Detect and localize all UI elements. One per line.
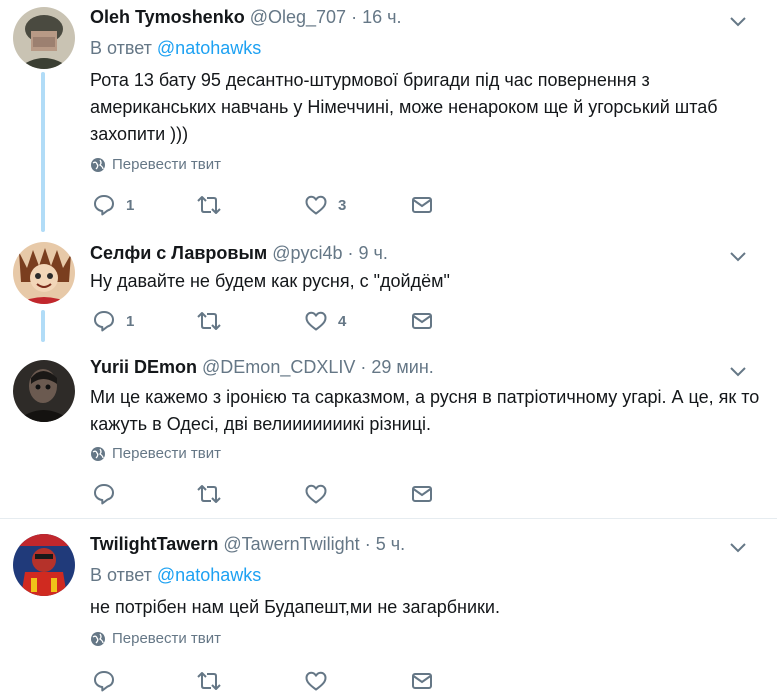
- translate-link[interactable]: Перевести твит: [90, 630, 221, 647]
- translate-link[interactable]: Перевести твит: [90, 445, 221, 462]
- retweet-button[interactable]: [196, 482, 232, 506]
- like-count: 4: [338, 312, 347, 330]
- heart-icon: [304, 669, 328, 693]
- author-name[interactable]: Селфи с Лавровым: [90, 243, 267, 263]
- retweet-icon: [196, 482, 222, 506]
- retweet-button[interactable]: [196, 309, 232, 333]
- chevron-down-icon[interactable]: [727, 245, 749, 267]
- tweet-actions: [92, 669, 452, 695]
- reply-button[interactable]: 1: [92, 193, 134, 217]
- reply-prefix: В ответ: [90, 565, 152, 585]
- dm-button[interactable]: [410, 482, 434, 506]
- separator-dot: ·: [351, 7, 358, 27]
- reply-context: В ответ @natohawks: [90, 565, 261, 586]
- envelope-icon: [410, 309, 434, 333]
- tweet-1[interactable]: Oleh Tymoshenko @Oleg_707 · 16 ч. В отве…: [0, 0, 777, 232]
- like-button[interactable]: [304, 669, 338, 693]
- reply-count: 1: [126, 312, 135, 330]
- heart-icon: [304, 193, 328, 217]
- author-handle[interactable]: @pyci4b: [272, 243, 342, 263]
- retweet-button[interactable]: [196, 193, 232, 217]
- thread-line: [41, 310, 45, 342]
- reply-button[interactable]: [92, 669, 126, 693]
- reply-context: В ответ @natohawks: [90, 38, 261, 59]
- reply-icon: [92, 309, 116, 333]
- tweet-actions: 1 4: [92, 309, 452, 335]
- avatar[interactable]: [13, 7, 75, 69]
- tweet-text: Ну давайте не будем как русня, с "дойдём…: [90, 271, 450, 291]
- tweet-4[interactable]: TwilightTawern @TawernTwilight · 5 ч. В …: [0, 519, 777, 697]
- heart-icon: [304, 482, 328, 506]
- envelope-icon: [410, 193, 434, 217]
- tweet-header: TwilightTawern @TawernTwilight · 5 ч.: [90, 534, 405, 555]
- tweet-text: не потрібен нам цей Будапешт,ми не загар…: [90, 597, 500, 617]
- heart-icon: [304, 309, 328, 333]
- translate-label: Перевести твит: [112, 445, 221, 462]
- separator-dot: ·: [360, 357, 367, 377]
- reply-to-link[interactable]: @natohawks: [157, 38, 261, 58]
- author-name[interactable]: Yurii DEmon: [90, 357, 197, 377]
- globe-icon: [90, 446, 106, 462]
- avatar[interactable]: [13, 360, 75, 422]
- reply-to-link[interactable]: @natohawks: [157, 565, 261, 585]
- author-handle[interactable]: @TawernTwilight: [223, 534, 359, 554]
- chevron-down-icon[interactable]: [727, 360, 749, 382]
- reply-prefix: В ответ: [90, 38, 152, 58]
- tweet-text: Рота 13 бату 95 десантно-штурмової брига…: [90, 70, 718, 144]
- avatar[interactable]: [13, 534, 75, 596]
- avatar[interactable]: [13, 242, 75, 304]
- globe-icon: [90, 157, 106, 173]
- translate-label: Перевести твит: [112, 156, 221, 173]
- reply-count: 1: [126, 196, 135, 214]
- reply-icon: [92, 669, 116, 693]
- tweet-2[interactable]: Селфи с Лавровым @pyci4b · 9 ч. Ну давай…: [0, 232, 777, 342]
- tweet-actions: 1 3: [92, 193, 452, 219]
- tweet-time[interactable]: 5 ч.: [376, 534, 405, 554]
- envelope-icon: [410, 669, 434, 693]
- like-button[interactable]: [304, 482, 338, 506]
- tweet-time[interactable]: 16 ч.: [362, 7, 401, 27]
- chevron-down-icon[interactable]: [727, 10, 749, 32]
- retweet-button[interactable]: [196, 669, 232, 693]
- tweet-time[interactable]: 29 мин.: [371, 357, 433, 377]
- author-name[interactable]: TwilightTawern: [90, 534, 218, 554]
- tweet-3[interactable]: Yurii DEmon @DEmon_CDXLIV · 29 мин. Ми ц…: [0, 342, 777, 518]
- author-handle[interactable]: @Oleg_707: [250, 7, 346, 27]
- envelope-icon: [410, 482, 434, 506]
- author-name[interactable]: Oleh Tymoshenko: [90, 7, 245, 27]
- separator-dot: ·: [347, 243, 354, 263]
- tweet-text: Ми це кажемо з іронією та сарказмом, а р…: [90, 387, 760, 434]
- tweet-header: Yurii DEmon @DEmon_CDXLIV · 29 мин.: [90, 357, 434, 378]
- tweet-header: Oleh Tymoshenko @Oleg_707 · 16 ч.: [90, 7, 402, 28]
- reply-icon: [92, 482, 116, 506]
- reply-button[interactable]: [92, 482, 126, 506]
- dm-button[interactable]: [410, 309, 434, 333]
- tweet-time[interactable]: 9 ч.: [359, 243, 388, 263]
- reply-icon: [92, 193, 116, 217]
- globe-icon: [90, 631, 106, 647]
- like-button[interactable]: 3: [304, 193, 346, 217]
- separator-dot: ·: [364, 534, 371, 554]
- tweet-header: Селфи с Лавровым @pyci4b · 9 ч.: [90, 243, 388, 264]
- retweet-icon: [196, 193, 222, 217]
- like-count: 3: [338, 196, 347, 214]
- dm-button[interactable]: [410, 669, 434, 693]
- translate-link[interactable]: Перевести твит: [90, 156, 221, 173]
- reply-button[interactable]: 1: [92, 309, 134, 333]
- chevron-down-icon[interactable]: [727, 536, 749, 558]
- thread-line: [41, 72, 45, 232]
- retweet-icon: [196, 309, 222, 333]
- like-button[interactable]: 4: [304, 309, 346, 333]
- retweet-icon: [196, 669, 222, 693]
- dm-button[interactable]: [410, 193, 434, 217]
- author-handle[interactable]: @DEmon_CDXLIV: [202, 357, 355, 377]
- tweet-actions: [92, 482, 452, 508]
- translate-label: Перевести твит: [112, 630, 221, 647]
